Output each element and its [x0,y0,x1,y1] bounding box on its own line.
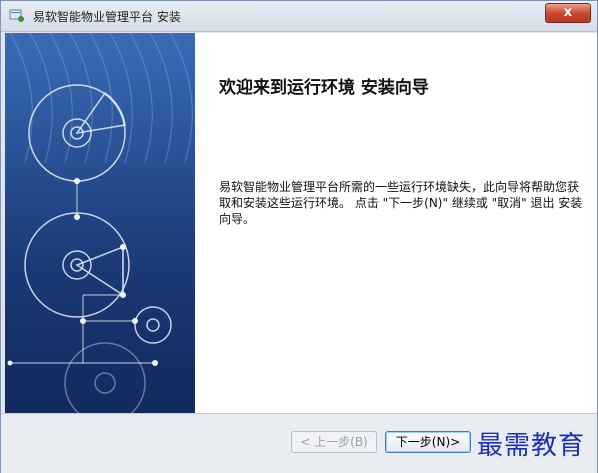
wizard-footer: < 上一步(B) 下一步(N)> 最需教育 [1,413,597,473]
gears-illustration [7,33,193,413]
installer-window: 易软智能物业管理平台 安装 x 欢迎来到运行环境 安装向导 易软智能物业管理平台… [0,0,598,473]
close-icon: x [563,5,573,20]
next-button[interactable]: 下一步(N)> [385,431,471,453]
close-button[interactable]: x [545,3,591,23]
wizard-banner-image [5,33,195,413]
back-button[interactable]: < 上一步(B) [291,431,377,453]
window-title: 易软智能物业管理平台 安装 [33,10,181,24]
welcome-description: 易软智能物业管理平台所需的一些运行环境缺失，此向导将帮助您获取和安装这些运行环境… [219,180,583,226]
title-bar[interactable]: 易软智能物业管理平台 安装 x [1,1,597,32]
installer-icon [9,9,24,22]
wizard-content-panel: 欢迎来到运行环境 安装向导 易软智能物业管理平台所需的一些运行环境缺失，此向导将… [195,33,597,413]
page-title: 欢迎来到运行环境 安装向导 [219,78,429,98]
watermark-text: 最需教育 [477,431,586,461]
